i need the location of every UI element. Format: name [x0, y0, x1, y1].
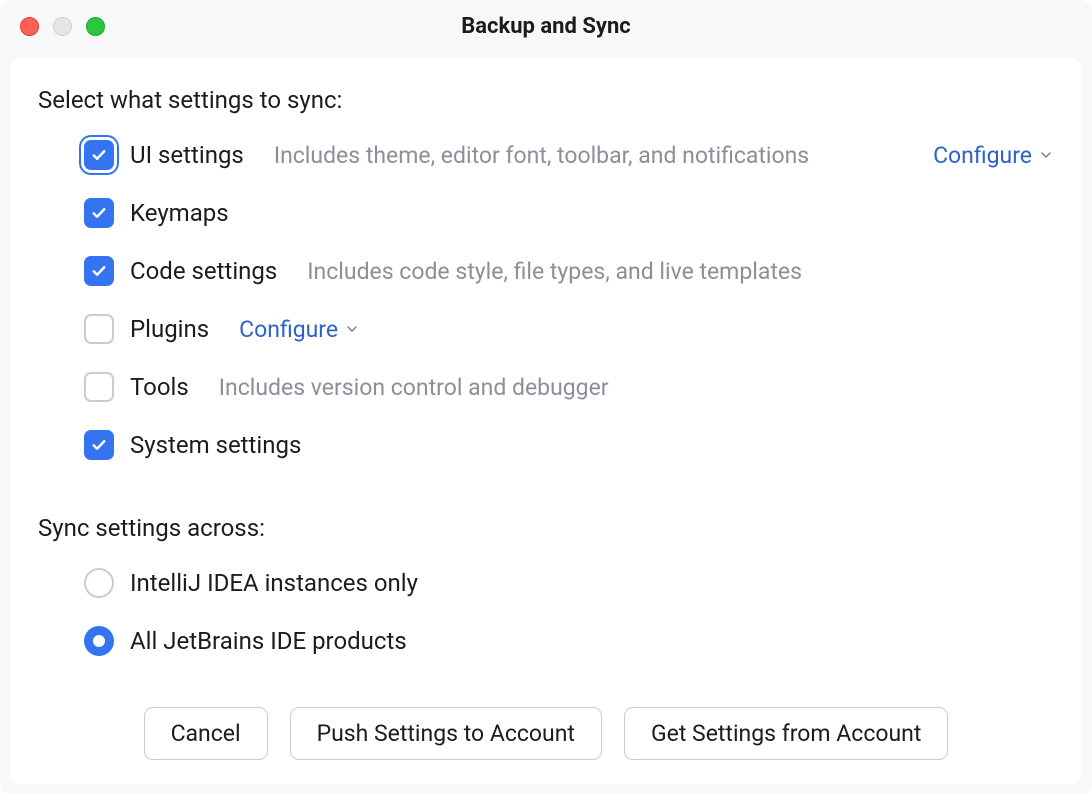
radio-all-jetbrains-ide-products[interactable] [84, 626, 114, 656]
sync-settings-label: Select what settings to sync: [38, 86, 1054, 114]
window-minimize-button[interactable] [53, 17, 72, 36]
push-settings-button[interactable]: Push Settings to Account [290, 707, 602, 760]
configure-link[interactable]: Configure [933, 142, 1054, 169]
configure-link-label: Configure [933, 142, 1032, 169]
chevron-down-icon [344, 316, 360, 343]
chevron-down-icon [1038, 142, 1054, 169]
settings-option-row: Plugins Configure [84, 314, 1054, 344]
get-settings-button[interactable]: Get Settings from Account [624, 707, 948, 760]
option-label: System settings [130, 431, 301, 459]
option-hint: Includes version control and debugger [219, 374, 609, 401]
radio-row: IntelliJ IDEA instances only [84, 568, 1054, 598]
configure-link[interactable]: Configure [239, 316, 360, 343]
settings-option-row: UI settings Includes theme, editor font, … [84, 140, 1054, 170]
option-label: Plugins [130, 315, 209, 343]
button-row: Cancel Push Settings to Account Get Sett… [38, 697, 1054, 760]
radio-label: All JetBrains IDE products [130, 627, 407, 655]
traffic-lights [20, 17, 105, 36]
settings-option-row: Tools Includes version control and debugg… [84, 372, 1054, 402]
titlebar: Backup and Sync [0, 0, 1092, 52]
settings-option-row: System settings [84, 430, 1054, 460]
option-hint: Includes theme, editor font, toolbar, an… [274, 142, 809, 169]
settings-option-row: Code settings Includes code style, file t… [84, 256, 1054, 286]
radio-row: All JetBrains IDE products [84, 626, 1054, 656]
window-title: Backup and Sync [20, 14, 1072, 39]
settings-options-list: UI settings Includes theme, editor font, … [84, 140, 1054, 460]
settings-option-row: Keymaps [84, 198, 1054, 228]
option-label: Keymaps [130, 199, 229, 227]
checkbox-system-settings[interactable] [84, 430, 114, 460]
option-label: UI settings [130, 141, 244, 169]
configure-link-label: Configure [239, 316, 338, 343]
option-hint: Includes code style, file types, and liv… [307, 258, 802, 285]
checkbox-code-settings[interactable] [84, 256, 114, 286]
radio-label: IntelliJ IDEA instances only [130, 569, 418, 597]
option-label: Code settings [130, 257, 277, 285]
checkbox-plugins[interactable] [84, 314, 114, 344]
dialog-content: Select what settings to sync: UI setting… [10, 58, 1082, 784]
dialog-window: Backup and Sync Select what settings to … [0, 0, 1092, 794]
window-close-button[interactable] [20, 17, 39, 36]
checkbox-ui-settings[interactable] [84, 140, 114, 170]
cancel-button[interactable]: Cancel [144, 707, 268, 760]
sync-scope-radio-group: IntelliJ IDEA instances only All JetBrain… [84, 568, 1054, 656]
window-maximize-button[interactable] [86, 17, 105, 36]
option-label: Tools [130, 373, 189, 401]
sync-across-label: Sync settings across: [38, 514, 1054, 542]
radio-intellij-idea-instances-only[interactable] [84, 568, 114, 598]
checkbox-keymaps[interactable] [84, 198, 114, 228]
checkbox-tools[interactable] [84, 372, 114, 402]
